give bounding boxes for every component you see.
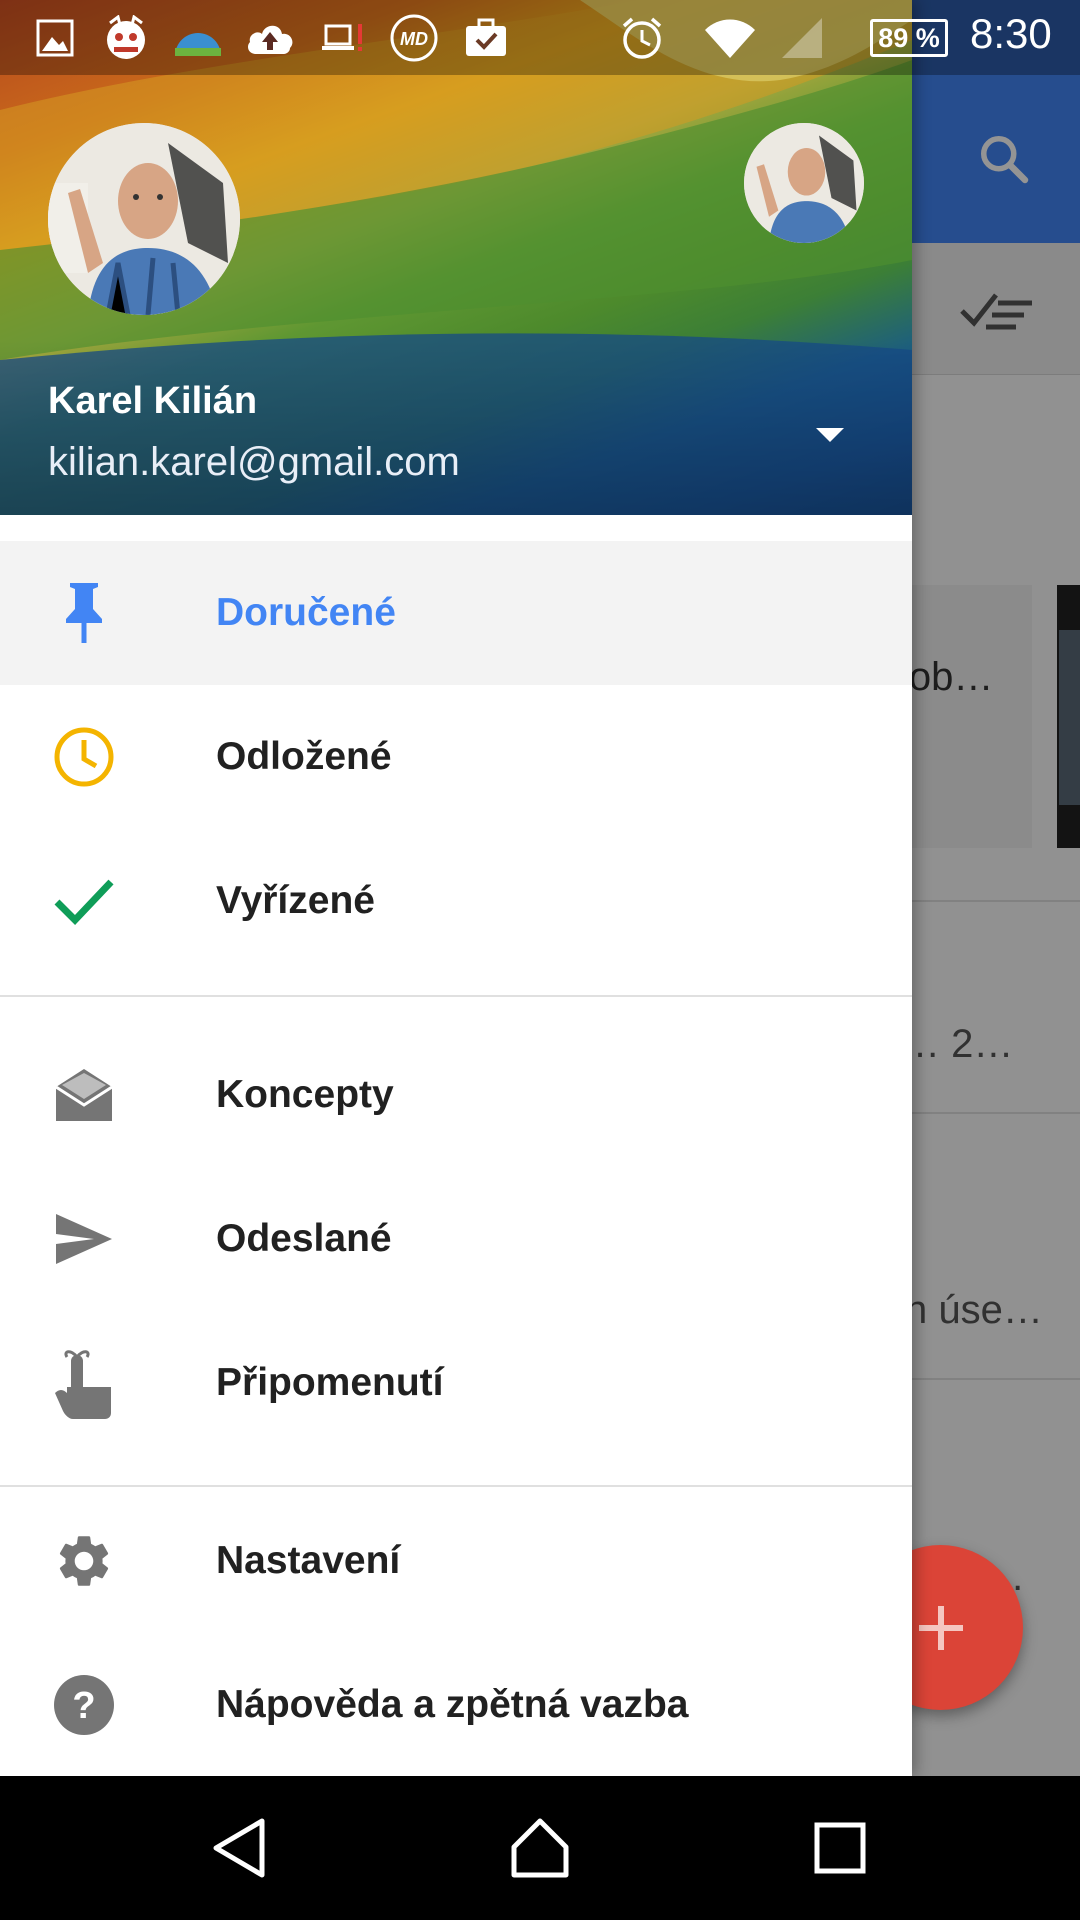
account-header: Karel Kilián kilian.karel@gmail.com (0, 0, 912, 515)
menu-item-help[interactable]: ? Nápověda a zpětná vazba (0, 1633, 912, 1776)
menu-item-sent[interactable]: Odeslané (0, 1167, 912, 1311)
menu-item-reminders[interactable]: Připomenutí (0, 1311, 912, 1455)
send-icon (48, 1209, 120, 1269)
menu-item-label: Připomenutí (216, 1361, 444, 1404)
menu-divider (0, 995, 912, 997)
caret-down-icon (816, 428, 844, 442)
briefcase-check-icon (464, 14, 508, 62)
menu-item-drafts[interactable]: Koncepty (0, 1023, 912, 1167)
home-button[interactable] (490, 1798, 590, 1898)
menu-item-label: Odložené (216, 735, 392, 778)
menu-item-snoozed[interactable]: Odložené (0, 685, 912, 829)
mascot-app-icon (103, 14, 149, 62)
menu-item-label: Doručené (216, 591, 396, 634)
menu-item-label: Vyřízené (216, 879, 375, 922)
reminder-finger-icon (48, 1350, 120, 1419)
status-clock: 8:30 (970, 10, 1052, 57)
back-button[interactable] (190, 1798, 290, 1898)
navigation-drawer: Karel Kilián kilian.karel@gmail.com Doru… (0, 0, 912, 1776)
battery-percent: 89 % (878, 23, 940, 53)
battery-indicator: 89 % (870, 19, 948, 57)
menu-item-settings[interactable]: Nastavení (0, 1489, 912, 1633)
svg-text:MD: MD (400, 29, 428, 49)
secondary-account-avatar[interactable] (744, 123, 864, 243)
back-icon (213, 1818, 265, 1878)
svg-text:?: ? (72, 1685, 95, 1727)
laptop-alert-icon (322, 14, 366, 62)
check-icon (48, 871, 120, 931)
pin-icon (48, 583, 120, 643)
status-bar: MD 89 % 8:30 (0, 0, 1080, 75)
gallery-icon (35, 14, 75, 62)
menu-item-label: Nápověda a zpětná vazba (216, 1683, 689, 1726)
help-icon: ? (48, 1675, 120, 1735)
recents-button[interactable] (790, 1798, 890, 1898)
menu-divider (0, 1485, 912, 1487)
account-email: kilian.karel@gmail.com (48, 440, 460, 484)
header-shade (0, 340, 912, 515)
account-switcher-toggle[interactable] (800, 415, 860, 455)
menu-item-label: Nastavení (216, 1539, 401, 1582)
clock-icon (48, 727, 120, 787)
drafts-icon (48, 1065, 120, 1125)
cell-signal-icon (778, 14, 824, 62)
alarm-icon (620, 14, 664, 62)
menu-item-label: Koncepty (216, 1073, 394, 1116)
account-name: Karel Kilián (48, 380, 258, 422)
account-avatar[interactable] (48, 123, 240, 315)
menu-item-label: Odeslané (216, 1217, 392, 1260)
system-nav-bar (0, 1776, 1080, 1920)
md-app-icon: MD (386, 14, 442, 62)
wifi-icon (700, 14, 760, 62)
weather-icon (172, 14, 224, 62)
gear-icon (48, 1531, 120, 1591)
cloud-upload-icon (244, 14, 296, 62)
recents-icon (814, 1822, 866, 1874)
menu-item-done[interactable]: Vyřízené (0, 829, 912, 973)
menu-item-inbox[interactable]: Doručené (0, 541, 912, 685)
home-icon (511, 1818, 569, 1878)
